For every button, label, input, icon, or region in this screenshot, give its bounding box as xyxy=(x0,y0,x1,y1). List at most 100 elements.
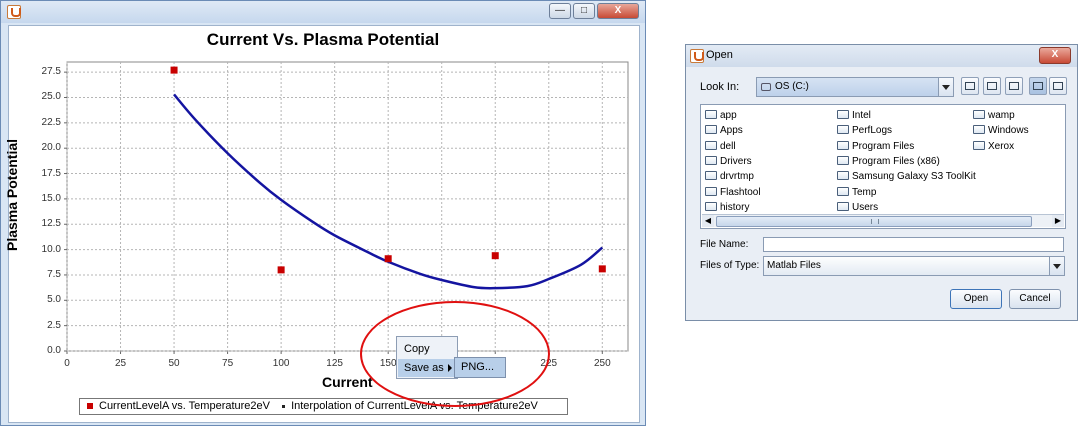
folder-label: Flashtool xyxy=(720,186,761,198)
data-point xyxy=(170,66,178,74)
folder-item[interactable]: Users xyxy=(837,200,878,215)
x-tick-label: 25 xyxy=(114,358,127,369)
scroll-right-icon[interactable]: ▶ xyxy=(1052,215,1064,227)
x-tick-label: 250 xyxy=(593,358,611,369)
x-tick-label: 100 xyxy=(272,358,290,369)
open-button[interactable]: Open xyxy=(950,289,1002,309)
folder-item[interactable]: PerfLogs xyxy=(837,123,892,138)
folder-label: wamp xyxy=(988,110,1015,121)
home-button[interactable] xyxy=(983,77,1001,95)
folder-label: Xerox xyxy=(988,140,1015,152)
folder-icon xyxy=(837,125,849,135)
plot-background xyxy=(66,61,629,352)
folder-icon xyxy=(705,201,717,211)
x-tick-label: 225 xyxy=(540,358,558,369)
submenu-arrow-icon xyxy=(448,364,452,372)
folder-item[interactable]: dell xyxy=(705,139,736,154)
chevron-down-icon[interactable] xyxy=(938,78,953,96)
folder-label: Windows xyxy=(988,125,1029,137)
cancel-button[interactable]: Cancel xyxy=(1009,289,1061,309)
scrollbar-thumb[interactable] xyxy=(716,216,1032,227)
folder-label: Intel xyxy=(852,110,871,121)
folder-label: Temp xyxy=(852,186,877,198)
close-icon: X xyxy=(1051,49,1059,60)
folder-item[interactable]: Intel xyxy=(837,108,871,123)
folder-label: PerfLogs xyxy=(852,125,893,137)
y-tick-label: 5.0 xyxy=(47,294,61,306)
folder-item[interactable]: Samsung Galaxy S3 ToolKit xyxy=(837,169,976,184)
x-axis-label: Current xyxy=(322,374,373,390)
y-tick-label: 15.0 xyxy=(41,192,61,204)
y-tick-label: 10.0 xyxy=(41,243,61,255)
folder-item[interactable]: Windows xyxy=(973,123,1029,138)
folder-label: dell xyxy=(720,140,736,152)
dialog-close-button[interactable]: X xyxy=(1039,47,1071,64)
up-folder-icon xyxy=(965,82,975,90)
new-folder-button[interactable] xyxy=(1005,77,1023,95)
folder-label: Drivers xyxy=(720,155,752,167)
y-tick-label: 20.0 xyxy=(41,142,61,154)
look-in-combo[interactable]: OS (C:) xyxy=(756,77,954,97)
folder-icon xyxy=(837,140,849,150)
folder-item[interactable]: drvrtmp xyxy=(705,169,754,184)
folder-item[interactable]: Program Files xyxy=(837,139,914,154)
files-of-type-label: Files of Type: xyxy=(700,260,760,271)
menu-item-save-as[interactable]: Save as xyxy=(398,359,456,377)
java-icon xyxy=(690,49,704,63)
look-in-value: OS (C:) xyxy=(775,81,809,92)
data-point xyxy=(384,255,392,263)
legend-series-2: Interpolation of CurrentLevelA vs. Tempe… xyxy=(291,400,538,412)
menu-item-png[interactable]: PNG... xyxy=(454,357,506,378)
drive-icon xyxy=(761,83,771,91)
folder-item[interactable]: Program Files (x86) xyxy=(837,154,940,169)
folder-icon xyxy=(973,125,985,135)
horizontal-scrollbar[interactable]: ◀ ▶ xyxy=(702,214,1064,227)
files-of-type-combo[interactable]: Matlab Files xyxy=(763,256,1065,276)
y-tick-label: 22.5 xyxy=(41,116,61,128)
folder-item[interactable]: history xyxy=(705,200,749,215)
folder-icon xyxy=(837,201,849,211)
folder-item[interactable]: Apps xyxy=(705,123,743,138)
y-tick-label: 27.5 xyxy=(41,66,61,78)
menu-item-save-as-label: Save as xyxy=(404,362,444,374)
open-dialog-titlebar[interactable]: Open X xyxy=(686,45,1077,67)
y-axis-label: Plasma Potential xyxy=(4,138,20,252)
y-tick-label: 17.5 xyxy=(41,167,61,179)
legend-series-1: CurrentLevelA vs. Temperature2eV xyxy=(99,400,270,412)
folder-icon xyxy=(973,140,985,150)
look-in-label: Look In: xyxy=(700,81,740,93)
folder-item[interactable]: Temp xyxy=(837,185,876,200)
scroll-left-icon[interactable]: ◀ xyxy=(702,215,714,227)
folder-label: drvrtmp xyxy=(720,171,754,183)
menu-item-copy[interactable]: Copy xyxy=(398,340,456,358)
x-tick-label: 0 xyxy=(64,358,70,369)
chart-legend: CurrentLevelA vs. Temperature2eV Interpo… xyxy=(79,398,568,415)
y-tick-label: 2.5 xyxy=(47,319,61,331)
legend-scatter-swatch xyxy=(87,403,93,410)
home-icon xyxy=(987,82,997,90)
folder-item[interactable]: Xerox xyxy=(973,139,1014,154)
details-view-button[interactable] xyxy=(1049,77,1067,95)
folder-label: app xyxy=(720,110,737,121)
folder-icon xyxy=(705,140,717,150)
folder-label: history xyxy=(720,201,750,213)
open-dialog: Open X Look In: OS (C:) Xerox Windows wamp… xyxy=(685,44,1078,321)
files-of-type-value: Matlab Files xyxy=(767,260,821,271)
list-view-button[interactable] xyxy=(1029,77,1047,95)
folder-label: Apps xyxy=(720,125,743,137)
y-tick-label: 0.0 xyxy=(47,345,61,356)
x-tick-label: 50 xyxy=(168,358,180,369)
folder-item[interactable]: Flashtool xyxy=(705,185,761,200)
chevron-down-icon[interactable] xyxy=(1049,257,1064,275)
folder-label: Users xyxy=(852,201,879,213)
file-name-field[interactable] xyxy=(763,237,1064,252)
folder-label: Samsung Galaxy S3 ToolKit xyxy=(852,171,976,183)
folder-item[interactable]: Drivers xyxy=(705,154,752,169)
file-list[interactable]: Xerox Windows wamp Users Temp Samsung Galaxy … xyxy=(700,104,1066,229)
folder-icon xyxy=(705,125,717,135)
up-one-level-button[interactable] xyxy=(961,77,979,95)
folder-item[interactable]: app xyxy=(705,108,737,123)
folder-item[interactable]: wamp xyxy=(973,108,1015,123)
context-menu: Copy Save as xyxy=(396,336,458,379)
folder-icon xyxy=(705,155,717,165)
